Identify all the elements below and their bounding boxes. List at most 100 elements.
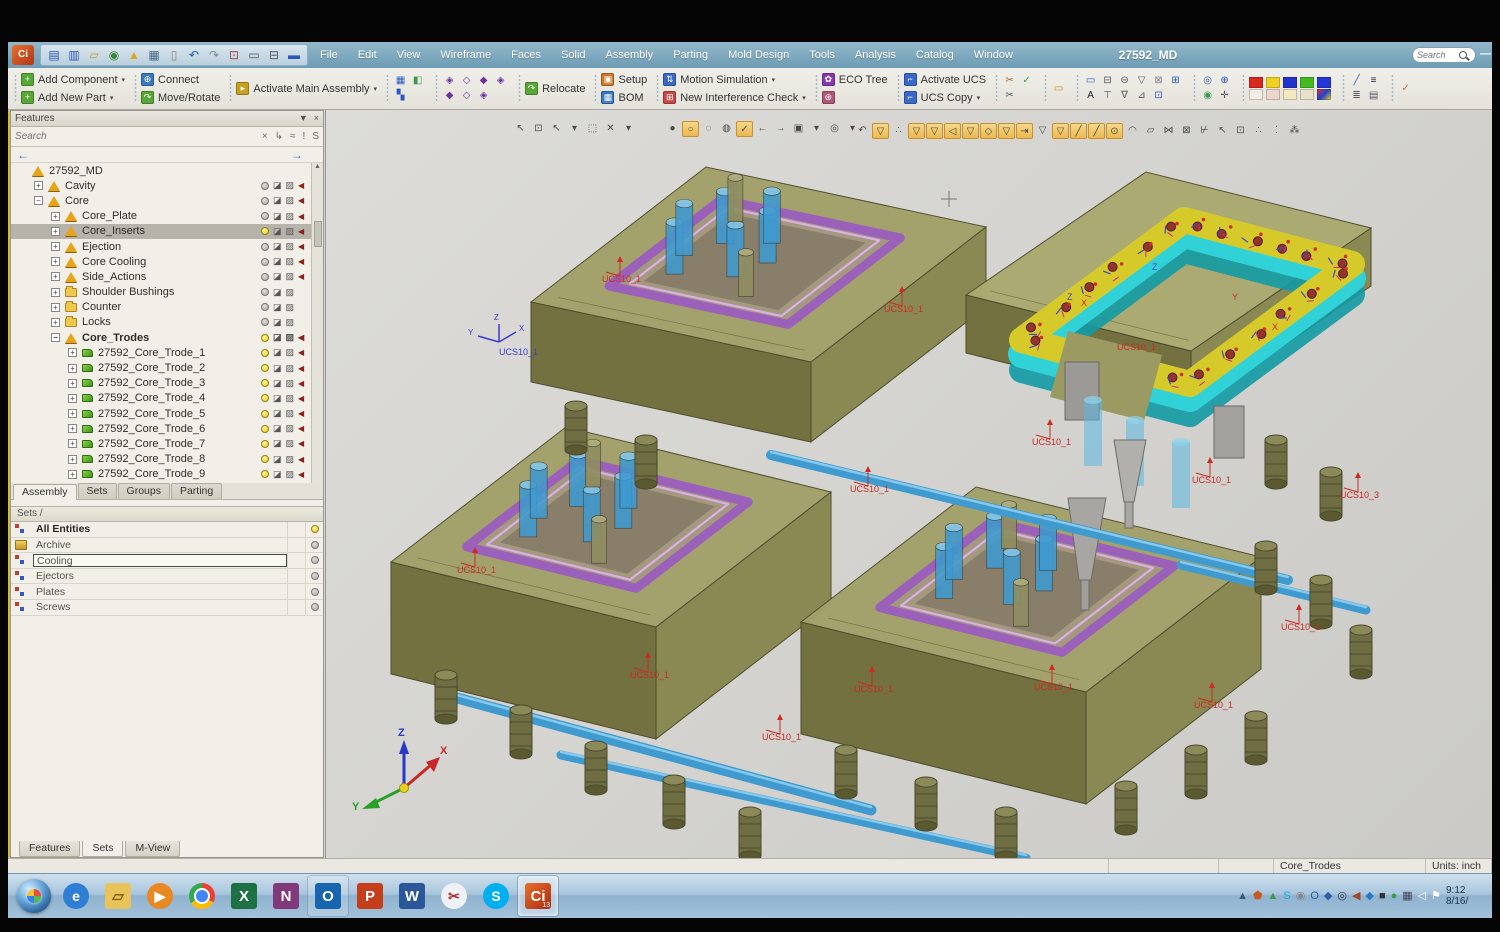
expander-icon[interactable]: +	[68, 364, 77, 373]
save-icon[interactable]: ▤	[45, 46, 63, 64]
tree-item-core[interactable]: −Core◪▨◀	[11, 193, 311, 208]
solid-box-icon[interactable]: ▨	[285, 227, 294, 236]
box-select-icon[interactable]: ⊡	[530, 121, 547, 137]
menu-tools[interactable]: Tools	[799, 42, 845, 68]
solid-box-icon[interactable]: ▨	[285, 394, 294, 403]
bottom-tab-m-view[interactable]: M-View	[125, 841, 180, 857]
wireframe-cube-icon[interactable]: ◇	[459, 74, 474, 88]
mold-assembly-model[interactable]: UCS10_1UCS10_1UCS10_1UCS10_1UCS10_1UCS10…	[326, 110, 1492, 858]
solid-box-icon[interactable]: ▨	[285, 424, 294, 433]
tree-item-shoulder-bushings[interactable]: +Shoulder Bushings◪▨	[11, 285, 311, 300]
zoom-select-icon[interactable]: ◉	[1200, 89, 1215, 103]
preview-icon[interactable]: ◪	[273, 470, 282, 479]
set-bulb-icon[interactable]	[311, 525, 319, 533]
tab-sets[interactable]: Sets	[78, 483, 117, 499]
frame-icon[interactable]: ⊡	[1151, 89, 1166, 103]
set-row-ejectors[interactable]: Ejectors	[11, 569, 323, 585]
warning-overlay-icon[interactable]: ▲	[125, 46, 143, 64]
tree-back-icon[interactable]: ←	[17, 148, 29, 162]
menu-mold-design[interactable]: Mold Design	[718, 42, 799, 68]
funnel-face-icon[interactable]: ▽	[962, 123, 979, 139]
tray-network-icon[interactable]: ▦	[1402, 889, 1412, 903]
anchor-pin-icon[interactable]: ◀	[298, 333, 307, 342]
solid-box-icon[interactable]: ▨	[285, 470, 294, 479]
table-icon[interactable]: ⊞	[1168, 74, 1183, 88]
features-search-input[interactable]	[15, 131, 256, 142]
menu-parting[interactable]: Parting	[663, 42, 718, 68]
set-visibility-cell[interactable]	[305, 553, 323, 568]
tree-item-core-inserts[interactable]: +Core_Inserts◪▨◀	[11, 224, 311, 239]
taskbar-powerpoint[interactable]: P	[350, 876, 390, 916]
tray-speaker-icon[interactable]: ◀	[1352, 889, 1360, 903]
prev-view-icon[interactable]: ←	[754, 121, 771, 137]
search-input[interactable]	[1417, 50, 1459, 60]
set-bulb-icon[interactable]	[311, 541, 319, 549]
bulb-dim-icon[interactable]: ◌	[700, 121, 717, 137]
zoom-box-icon[interactable]: ◎	[826, 121, 843, 137]
ruler-icon[interactable]: ▭	[1051, 82, 1066, 96]
expander-icon[interactable]: +	[51, 227, 60, 236]
deselect-icon[interactable]: ✕	[602, 121, 619, 137]
solid-box-icon[interactable]: ▨	[285, 348, 294, 357]
visibility-bulb-icon[interactable]	[261, 410, 269, 418]
preview-icon[interactable]: ◪	[273, 242, 282, 251]
tree-item-core-cooling[interactable]: +Core Cooling◪▨◀	[11, 254, 311, 269]
minimize-button[interactable]: —	[1480, 48, 1491, 60]
screen-icon[interactable]: ▬	[285, 46, 303, 64]
arc-tool-icon[interactable]: ◠	[1124, 123, 1141, 139]
tree-scrollbar-thumb[interactable]	[314, 221, 322, 247]
orbit-icon[interactable]: ✛	[1217, 89, 1232, 103]
preview-icon[interactable]: ◪	[273, 424, 282, 433]
spline-tool-icon[interactable]: ⋈	[1160, 123, 1177, 139]
tree-item-counter[interactable]: +Counter◪▨	[11, 300, 311, 315]
funnel-move-icon[interactable]: ⇥	[1016, 123, 1033, 139]
anchor-pin-icon[interactable]: ◀	[298, 227, 307, 236]
align-icon[interactable]: ◧	[410, 74, 425, 88]
view-dropdown-icon[interactable]: ▾	[808, 121, 825, 137]
search-icon[interactable]	[1459, 51, 1467, 59]
line-tool-icon[interactable]: ╱	[1070, 123, 1087, 139]
preview-icon[interactable]: ◪	[273, 379, 282, 388]
connect-points-icon[interactable]: ⁂	[1286, 123, 1303, 139]
filter-arrow-icon[interactable]: ↳	[275, 131, 283, 142]
visibility-bulb-icon[interactable]	[261, 318, 269, 326]
set-row-all-entities[interactable]: All Entities	[11, 522, 323, 538]
tray-dropbox-icon[interactable]: ◆	[1365, 889, 1373, 903]
eyedropper-icon[interactable]: ╱	[1349, 74, 1364, 88]
tree-item-27592-core-trode-5[interactable]: +27592_Core_Trode_5◪▨◀	[11, 406, 311, 421]
tray-compass-icon[interactable]: ◎	[1337, 889, 1347, 903]
ribbon-add-component[interactable]: +Add Component▾	[21, 72, 125, 88]
taskbar-word[interactable]: W	[392, 876, 432, 916]
pick-dropdown-icon[interactable]: ▾	[566, 121, 583, 137]
expander-icon[interactable]: +	[68, 439, 77, 448]
transparent-cube-icon[interactable]: ◆	[442, 89, 457, 103]
anchor-pin-icon[interactable]: ◀	[298, 348, 307, 357]
swatch-pale-4[interactable]	[1300, 89, 1314, 100]
filter-alert-icon[interactable]: !	[303, 131, 306, 142]
preview-icon[interactable]: ◪	[273, 227, 282, 236]
menu-faces[interactable]: Faces	[501, 42, 551, 68]
swatch-pale-3[interactable]	[1283, 89, 1297, 100]
anchor-pin-icon[interactable]: ◀	[298, 257, 307, 266]
visibility-bulb-icon[interactable]	[261, 197, 269, 205]
tray-outlook-icon[interactable]: O	[1310, 889, 1319, 903]
solid-box-icon[interactable]: ▨	[285, 409, 294, 418]
tray-snagit-icon[interactable]: ◉	[1296, 889, 1306, 903]
set-bulb-icon[interactable]	[311, 556, 319, 564]
taskbar-skype[interactable]: S	[476, 876, 516, 916]
visibility-bulb-icon[interactable]	[261, 212, 269, 220]
swatch-pale-2[interactable]	[1266, 89, 1280, 100]
tray-lock-icon[interactable]: ■	[1379, 889, 1386, 903]
ribbon-move-rotate[interactable]: ↷Move/Rotate	[141, 90, 220, 106]
tree-item-core-trodes[interactable]: −Core_Trodes◪▨◀	[11, 330, 311, 345]
zoom-out-icon[interactable]: ⊖	[1117, 74, 1132, 88]
visibility-bulb-icon[interactable]	[261, 425, 269, 433]
visibility-bulb-icon[interactable]	[261, 334, 269, 342]
circle-tool-icon[interactable]: ⊙	[1106, 123, 1123, 139]
filter-s-icon[interactable]: S	[312, 131, 319, 142]
box-view-icon[interactable]: ▣	[790, 121, 807, 137]
points-icon[interactable]: ∴	[890, 123, 907, 139]
preview-icon[interactable]: ◪	[273, 196, 282, 205]
solid-box-icon[interactable]: ▨	[285, 212, 294, 221]
ribbon-add-new-part[interactable]: +Add New Part▾	[21, 90, 125, 106]
